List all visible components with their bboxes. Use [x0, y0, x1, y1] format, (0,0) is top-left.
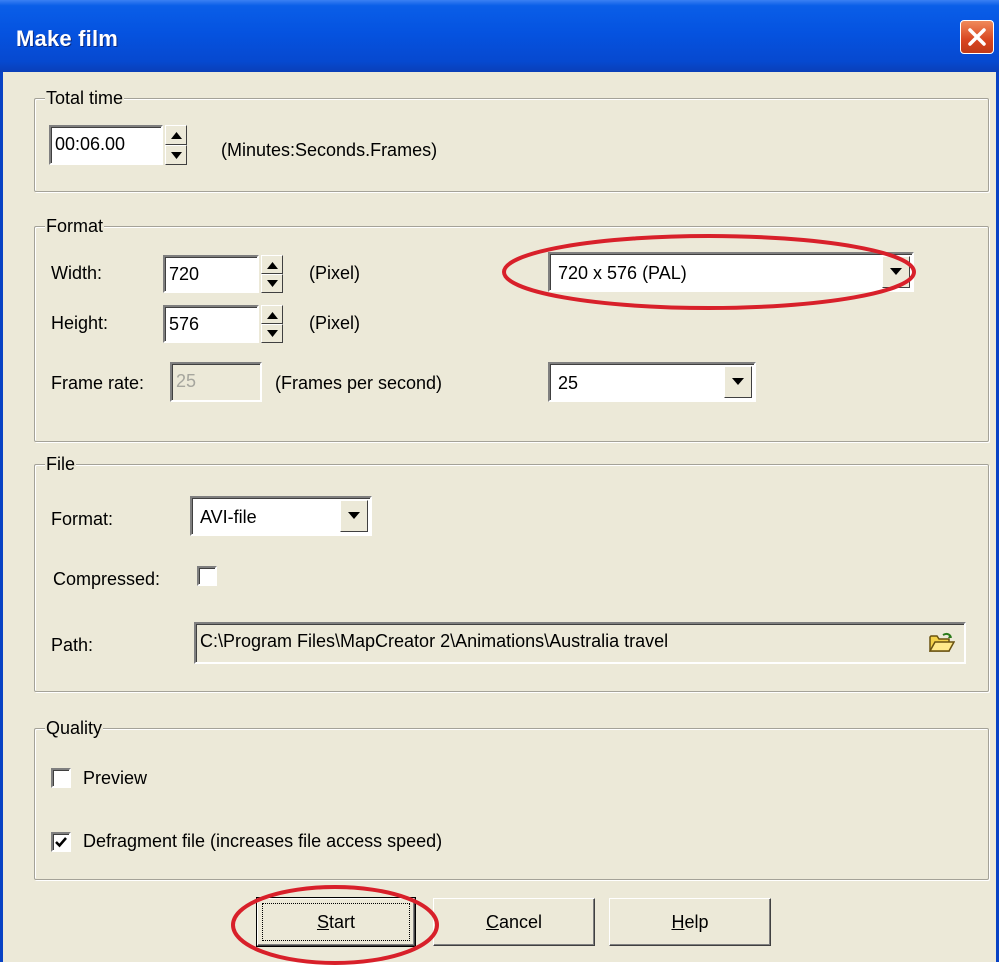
help-button[interactable]: Help [609, 898, 771, 946]
total-time-spinner[interactable] [165, 125, 187, 165]
spin-down-button[interactable] [261, 274, 283, 293]
spin-up-button[interactable] [261, 305, 283, 324]
start-button[interactable]: Start [256, 897, 416, 947]
triangle-down-icon [267, 280, 278, 287]
triangle-up-icon [171, 132, 182, 139]
title-bar[interactable]: Make film [0, 0, 999, 72]
preview-checkbox[interactable] [51, 768, 71, 788]
width-spinner[interactable] [261, 255, 283, 293]
folder-open-icon [929, 632, 955, 652]
height-input[interactable]: 576 [163, 305, 259, 343]
defragment-checkbox[interactable] [51, 832, 71, 852]
cancel-hotkey: C [485, 912, 499, 932]
triangle-down-icon [267, 330, 278, 337]
path-value: C:\Program Files\MapCreator 2\Animations… [200, 631, 669, 651]
quality-group: Quality [34, 717, 989, 880]
dropdown-button[interactable] [724, 366, 752, 398]
triangle-up-icon [267, 312, 278, 319]
frame-rate-select[interactable]: 25 [548, 362, 756, 402]
chevron-down-icon [732, 378, 744, 385]
frame-rate-label: Frame rate: [51, 373, 145, 393]
height-spinner[interactable] [261, 305, 283, 343]
make-film-dialog: Make film Total time 00:06.00 (Minutes:S… [0, 0, 999, 965]
resolution-preset-select[interactable]: 720 x 576 (PAL) [548, 252, 914, 292]
format-legend: Format [45, 215, 105, 237]
spin-up-button[interactable] [165, 125, 187, 145]
compressed-label: Compressed: [53, 569, 161, 589]
chevron-down-icon [348, 512, 360, 519]
width-label: Width: [51, 263, 103, 283]
height-unit: (Pixel) [309, 313, 361, 333]
file-format-value: AVI-file [200, 507, 257, 527]
dropdown-button[interactable] [882, 256, 910, 288]
total-time-legend: Total time [45, 87, 125, 109]
frame-rate-input: 25 [170, 362, 262, 402]
help-hotkey: H [671, 912, 685, 932]
window-title: Make film [16, 26, 119, 51]
frame-rate-unit: (Frames per second) [275, 373, 443, 393]
triangle-up-icon [267, 262, 278, 269]
checkmark-icon [55, 837, 67, 848]
cancel-label-rest: ancel [498, 912, 543, 932]
help-label-rest: elp [684, 912, 709, 932]
browse-folder-button[interactable] [925, 628, 959, 658]
dropdown-button[interactable] [340, 500, 368, 532]
resolution-preset-value: 720 x 576 (PAL) [558, 263, 687, 283]
triangle-down-icon [171, 152, 182, 159]
file-format-label: Format: [51, 509, 114, 529]
preview-label: Preview [83, 768, 148, 788]
focus-rectangle [262, 903, 410, 941]
path-label: Path: [51, 635, 94, 655]
width-input[interactable]: 720 [163, 255, 259, 293]
cancel-button[interactable]: Cancel [433, 898, 595, 946]
file-format-select[interactable]: AVI-file [190, 496, 372, 536]
defragment-label: Defragment file (increases file access s… [83, 831, 443, 851]
spin-up-button[interactable] [261, 255, 283, 274]
total-time-input[interactable]: 00:06.00 [49, 125, 163, 165]
frame-rate-select-value: 25 [558, 373, 579, 393]
path-input[interactable]: C:\Program Files\MapCreator 2\Animations… [194, 622, 966, 664]
close-button[interactable] [960, 20, 994, 54]
chevron-down-icon [890, 268, 902, 275]
total-time-hint: (Minutes:Seconds.Frames) [221, 140, 438, 160]
spin-down-button[interactable] [261, 324, 283, 343]
quality-legend: Quality [45, 717, 104, 739]
compressed-checkbox[interactable] [197, 566, 217, 586]
height-label: Height: [51, 313, 109, 333]
spin-down-button[interactable] [165, 145, 187, 165]
file-legend: File [45, 453, 77, 475]
close-icon [968, 28, 986, 46]
width-unit: (Pixel) [309, 263, 361, 283]
